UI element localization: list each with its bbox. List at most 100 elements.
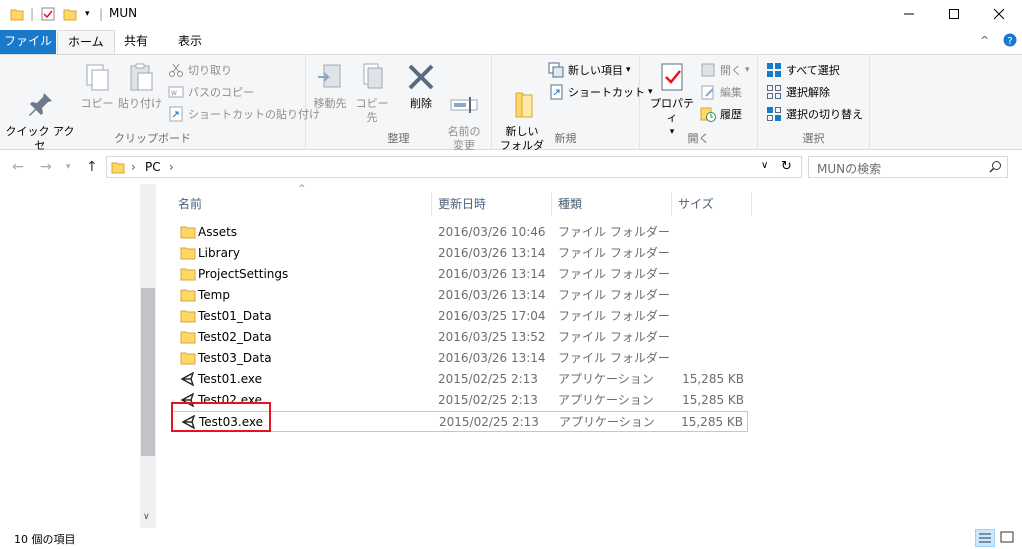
address-bar[interactable]: › PC › ∨ ↻ (106, 156, 802, 178)
delete-button[interactable]: 削除 (404, 61, 438, 111)
tab-home[interactable]: ホーム (57, 30, 115, 55)
table-row[interactable]: Test01_Data 2016/03/25 17:04 ファイル フォルダー (172, 306, 748, 327)
folder-icon (180, 330, 196, 346)
large-icons-view-icon[interactable] (998, 529, 1018, 547)
search-input[interactable]: MUNの検索 (808, 156, 1008, 178)
help-icon[interactable]: ? (1003, 33, 1017, 50)
scroll-down-icon[interactable]: ∨ (143, 512, 150, 522)
file-name: Test02_Data (198, 330, 272, 344)
file-type: ファイル フォルダー (558, 288, 670, 302)
tab-share[interactable]: 共有 (114, 30, 158, 54)
up-arrow-icon[interactable]: ↑ (86, 159, 98, 175)
new-group: 新しい フォルダー 新しい項目 ▾ ショートカット ▾ 新規 (492, 55, 653, 166)
back-arrow-icon[interactable]: ← (12, 159, 24, 175)
details-view-icon[interactable] (975, 529, 995, 547)
file-name: Test01_Data (198, 309, 272, 323)
select-none-icon (766, 84, 782, 100)
properties-quick-icon[interactable] (41, 5, 55, 23)
scrollbar-thumb[interactable] (141, 288, 155, 456)
file-type: ファイル フォルダー (558, 267, 670, 281)
paste-button[interactable]: 貼り付け (118, 61, 162, 111)
open-group-label: 開く (687, 132, 710, 145)
column-header-type[interactable]: 種類 (552, 192, 672, 216)
invert-selection-button[interactable]: 選択の切り替え (766, 104, 863, 124)
move-to-button[interactable]: 移動先 (310, 61, 350, 111)
properties-icon (656, 61, 688, 93)
scissors-icon (168, 62, 184, 78)
shortcut-icon (548, 84, 564, 100)
paste-icon (124, 61, 156, 93)
copy-button[interactable]: コピー (80, 61, 114, 111)
new-folder-quick-icon[interactable] (63, 5, 77, 23)
minimize-icon[interactable] (886, 0, 932, 28)
new-folder-icon (506, 75, 538, 118)
unity-icon (180, 371, 196, 388)
file-date: 2016/03/26 13:14 (438, 288, 546, 302)
maximize-icon[interactable] (931, 0, 977, 28)
edit-button[interactable]: 編集 (700, 82, 742, 102)
search-icon (989, 160, 1002, 176)
file-date: 2015/02/25 2:13 (438, 393, 538, 407)
select-group: すべて選択 選択解除 選択の切り替え 選択 (758, 55, 870, 149)
file-type: アプリケーション (558, 372, 654, 386)
folder-icon (180, 246, 196, 262)
folder-icon (111, 160, 125, 177)
recent-dropdown-icon[interactable]: ▾ (66, 162, 71, 172)
paste-shortcut-button[interactable]: ショートカットの貼り付け (168, 104, 320, 124)
title-bar: | ▾ | MUN (0, 0, 1022, 28)
select-none-button[interactable]: 選択解除 (766, 82, 830, 102)
cut-button[interactable]: 切り取り (168, 60, 232, 80)
svg-text:?: ? (1007, 36, 1012, 47)
column-header-name[interactable]: 名前 (172, 192, 432, 216)
file-type: ファイル フォルダー (558, 246, 670, 260)
clipboard-group: クイック アクセ スにピン留め コピー 貼り付け 切り取り W パスのコピー シ… (0, 55, 320, 166)
table-row[interactable]: Library 2016/03/26 13:14 ファイル フォルダー (172, 243, 748, 264)
navigation-pane[interactable] (0, 184, 141, 528)
breadcrumb-separator-icon[interactable]: › (131, 160, 136, 174)
file-type: ファイル フォルダー (558, 330, 670, 344)
shortcut-button[interactable]: ショートカット ▾ (548, 82, 653, 102)
new-item-button[interactable]: 新しい項目 ▾ (548, 60, 631, 80)
select-group-label: 選択 (802, 132, 825, 145)
breadcrumb-pc[interactable]: PC (145, 160, 161, 174)
properties-button[interactable]: プロパティ ▾ (646, 61, 698, 139)
forward-arrow-icon[interactable]: → (40, 159, 52, 175)
table-row[interactable]: Test01.exe 2015/02/25 2:13 アプリケーション 15,285 … (172, 369, 748, 390)
copy-path-button[interactable]: W パスのコピー (168, 82, 254, 102)
collapse-ribbon-icon[interactable]: ^ (980, 34, 989, 47)
file-type: アプリケーション (558, 393, 654, 407)
history-icon (700, 106, 716, 122)
new-item-icon (548, 62, 564, 78)
new-group-label: 新規 (554, 132, 577, 145)
address-row: ← → ▾ ↑ › PC › ∨ ↻ MUNの検索 (0, 150, 1022, 184)
close-icon[interactable] (976, 0, 1022, 28)
invert-selection-icon (766, 106, 782, 122)
navigation-scrollbar[interactable]: ∨ (140, 184, 156, 528)
open-icon (700, 62, 716, 78)
file-date: 2015/02/25 2:13 (438, 372, 538, 386)
quick-access-dropdown-icon[interactable]: ▾ (85, 5, 90, 23)
folder-icon (180, 225, 196, 241)
column-header-size[interactable]: サイズ (672, 192, 752, 216)
open-button[interactable]: 開く ▾ (700, 60, 750, 80)
table-row[interactable]: Test03_Data 2016/03/26 13:14 ファイル フォルダー (172, 348, 748, 369)
column-header-date[interactable]: 更新日時 (432, 192, 552, 216)
svg-text:W: W (171, 90, 177, 97)
table-row[interactable]: Assets 2016/03/26 10:46 ファイル フォルダー (172, 222, 748, 243)
file-size: 15,285 KB (682, 372, 744, 386)
tab-view[interactable]: 表示 (168, 30, 212, 54)
refresh-icon[interactable]: ↻ (781, 159, 792, 174)
folder-icon (10, 5, 24, 23)
history-button[interactable]: 履歴 (700, 104, 742, 124)
table-row[interactable]: ProjectSettings 2016/03/26 13:14 ファイル フォルダ… (172, 264, 748, 285)
file-date: 2016/03/26 13:14 (438, 351, 546, 365)
table-row[interactable]: Test02_Data 2016/03/25 13:52 ファイル フォルダー (172, 327, 748, 348)
copy-to-button[interactable]: コピー先 (352, 61, 392, 125)
file-date: 2016/03/25 13:52 (438, 330, 546, 344)
tab-file[interactable]: ファイル (0, 30, 56, 54)
select-all-button[interactable]: すべて選択 (766, 60, 840, 80)
breadcrumb-separator-icon[interactable]: › (169, 160, 174, 174)
address-dropdown-icon[interactable]: ∨ (761, 160, 768, 171)
table-row[interactable]: Temp 2016/03/26 13:14 ファイル フォルダー (172, 285, 748, 306)
highlight-box (171, 402, 271, 432)
